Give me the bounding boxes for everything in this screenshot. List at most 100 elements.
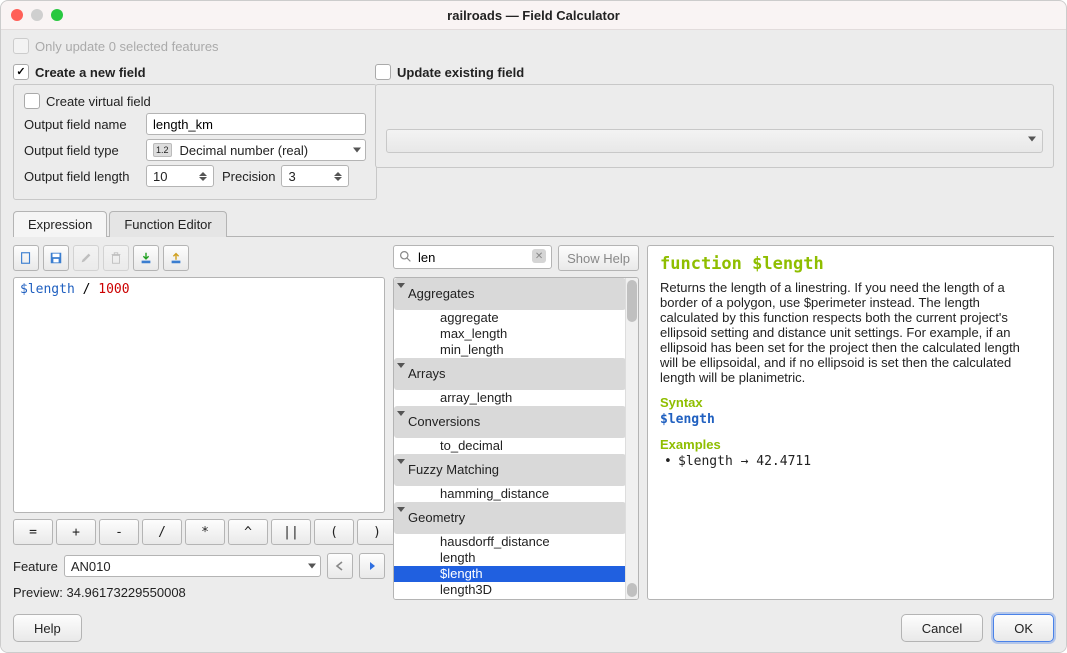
operator-button[interactable]: = (13, 519, 53, 545)
cancel-button[interactable]: Cancel (901, 614, 983, 642)
virtual-field-checkbox[interactable] (24, 93, 40, 109)
operator-button[interactable]: / (142, 519, 182, 545)
titlebar: railroads — Field Calculator (1, 1, 1066, 30)
operator-button[interactable]: ) (357, 519, 397, 545)
precision-value: 3 (288, 169, 295, 184)
content: Only update 0 selected features Create a… (1, 30, 1066, 652)
precision-spin[interactable]: 3 (281, 165, 349, 187)
new-file-icon[interactable] (13, 245, 39, 271)
chevron-down-icon (1028, 136, 1036, 141)
output-type-label: Output field type (24, 143, 146, 158)
tree-group[interactable]: Arrays (394, 358, 626, 390)
tab-expression[interactable]: Expression (13, 211, 107, 237)
expression-input[interactable]: $length / 1000 (13, 277, 385, 513)
tree-group[interactable]: Aggregates (394, 278, 626, 310)
import-icon[interactable] (133, 245, 159, 271)
update-existing-checkbox[interactable] (375, 64, 391, 80)
operator-button[interactable]: * (185, 519, 225, 545)
code-token-var: $length (20, 282, 75, 297)
help-examples-heading: Examples (660, 437, 1041, 452)
operator-button[interactable]: - (99, 519, 139, 545)
show-help-button[interactable]: Show Help (558, 245, 639, 271)
operator-button[interactable]: || (271, 519, 311, 545)
function-tree-panel: ✕ Show Help Aggregatesaggregatemax_lengt… (393, 245, 639, 600)
expression-toolbar (13, 245, 385, 271)
footer: Help Cancel OK (13, 614, 1054, 642)
minimize-icon[interactable] (31, 9, 43, 21)
update-existing-label: Update existing field (397, 65, 524, 80)
chevron-down-icon (308, 564, 316, 569)
tree-item[interactable]: hamming_distance (394, 486, 626, 502)
operator-row: =+-/*^||()'\n' (13, 519, 385, 545)
prev-feature-button[interactable] (327, 553, 353, 579)
next-feature-button[interactable] (359, 553, 385, 579)
scrollbar-thumb-bottom[interactable] (627, 583, 637, 597)
close-icon[interactable] (11, 9, 23, 21)
expression-panel: $length / 1000 =+-/*^||()'\n' Feature AN… (13, 245, 385, 600)
output-name-label: Output field name (24, 117, 146, 132)
tree-item[interactable]: $length (394, 566, 626, 582)
tree-item[interactable]: max_length (394, 326, 626, 342)
output-length-spin[interactable]: 10 (146, 165, 214, 187)
tree-group[interactable]: Conversions (394, 406, 626, 438)
tree-item[interactable]: length3D (394, 582, 626, 598)
window-controls (11, 9, 63, 21)
only-update-row: Only update 0 selected features (13, 38, 1054, 54)
precision-label: Precision (222, 169, 275, 184)
update-field-select[interactable] (386, 129, 1043, 153)
output-type-select[interactable]: 1.2 Decimal number (real) (146, 139, 366, 161)
feature-value: AN010 (71, 559, 111, 574)
export-icon[interactable] (163, 245, 189, 271)
operator-button[interactable]: ( (314, 519, 354, 545)
help-button[interactable]: Help (13, 614, 82, 642)
save-icon[interactable] (43, 245, 69, 271)
operator-button[interactable]: + (56, 519, 96, 545)
create-new-label: Create a new field (35, 65, 146, 80)
output-length-value: 10 (153, 169, 167, 184)
delete-icon[interactable] (103, 245, 129, 271)
search-input[interactable] (393, 245, 552, 269)
maximize-icon[interactable] (51, 9, 63, 21)
window: railroads — Field Calculator Only update… (0, 0, 1067, 653)
preview-label: Preview: (13, 585, 63, 600)
feature-label: Feature (13, 559, 58, 574)
help-syntax: $length (660, 412, 1041, 427)
scrollbar-thumb-top[interactable] (627, 280, 637, 322)
tree-item[interactable]: aggregate (394, 310, 626, 326)
create-new-row[interactable]: Create a new field (13, 64, 365, 80)
help-panel: function $length Returns the length of a… (647, 245, 1054, 600)
operator-button[interactable]: ^ (228, 519, 268, 545)
virtual-field-row[interactable]: Create virtual field (24, 93, 366, 109)
help-title: function $length (660, 254, 1041, 274)
output-type-value: Decimal number (real) (180, 143, 309, 158)
tree-item[interactable]: min_length (394, 342, 626, 358)
ok-button[interactable]: OK (993, 614, 1054, 642)
update-existing-row[interactable]: Update existing field (375, 64, 1054, 80)
tab-function-editor[interactable]: Function Editor (109, 211, 226, 237)
chevron-down-icon (353, 148, 361, 153)
tree-item[interactable]: array_length (394, 390, 626, 406)
tree-item[interactable]: hausdorff_distance (394, 534, 626, 550)
tree-group[interactable]: Geometry (394, 502, 626, 534)
help-example: $length → 42.4711 (678, 454, 1041, 469)
output-length-label: Output field length (24, 169, 146, 184)
window-title: railroads — Field Calculator (1, 8, 1066, 23)
create-new-checkbox[interactable] (13, 64, 29, 80)
tree-item[interactable]: length (394, 550, 626, 566)
tree-item[interactable]: to_decimal (394, 438, 626, 454)
virtual-field-label: Create virtual field (46, 94, 151, 109)
search-icon (399, 250, 412, 266)
scrollbar[interactable] (625, 278, 638, 599)
edit-icon[interactable] (73, 245, 99, 271)
help-syntax-heading: Syntax (660, 395, 1041, 410)
feature-select[interactable]: AN010 (64, 555, 321, 577)
tabs: Expression Function Editor (13, 210, 1054, 237)
only-update-checkbox (13, 38, 29, 54)
tree-item[interactable]: $perimeter (394, 598, 626, 600)
output-name-input[interactable] (146, 113, 366, 135)
help-body: Returns the length of a linestring. If y… (660, 280, 1041, 385)
type-prefix-icon: 1.2 (153, 143, 172, 157)
function-tree[interactable]: Aggregatesaggregatemax_lengthmin_lengthA… (393, 277, 639, 600)
clear-search-icon[interactable]: ✕ (532, 249, 546, 263)
tree-group[interactable]: Fuzzy Matching (394, 454, 626, 486)
